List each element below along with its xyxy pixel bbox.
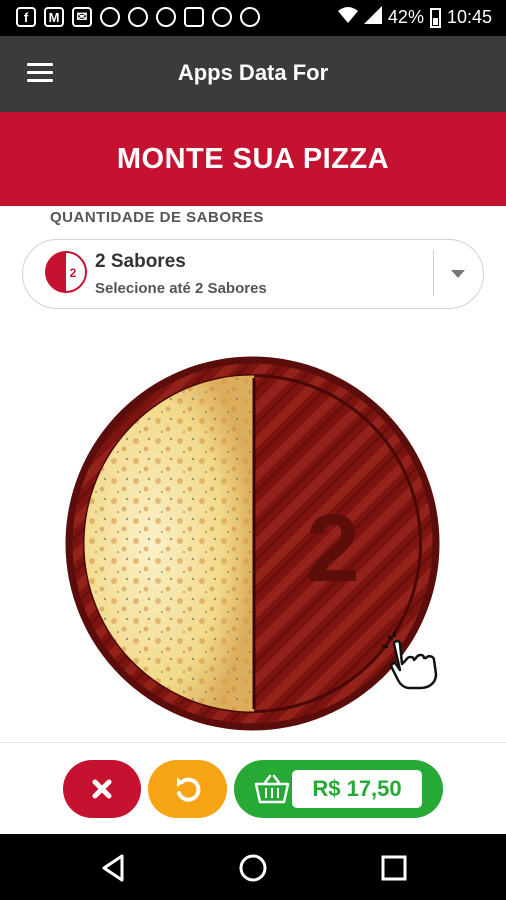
cancel-button[interactable] xyxy=(63,760,141,818)
home-icon[interactable] xyxy=(237,852,269,884)
flavor-quantity-select[interactable]: 2 2 Sabores Selecione até 2 Sabores xyxy=(22,239,484,309)
clock-icon xyxy=(100,7,120,27)
pizza-toppings xyxy=(84,375,254,712)
add-to-cart-button[interactable]: R$ 17,50 xyxy=(234,760,443,818)
battery-icon xyxy=(429,7,441,28)
gmail-icon: M xyxy=(44,7,64,27)
app-title: Apps Data For xyxy=(177,60,329,85)
close-icon xyxy=(92,779,112,799)
signal-icon xyxy=(363,6,382,29)
footer-divider xyxy=(0,742,506,743)
clock-icon xyxy=(212,7,232,27)
battery-percent: 42% xyxy=(387,7,424,27)
basket-icon xyxy=(254,774,290,804)
empty-half-number: 2 xyxy=(306,495,359,602)
facebook-icon: f xyxy=(16,7,36,27)
undo-icon xyxy=(177,777,201,802)
price-display: R$ 17,50 xyxy=(292,770,422,808)
reset-button[interactable] xyxy=(148,760,227,818)
select-divider xyxy=(433,250,434,296)
half-pizza-icon-number: 2 xyxy=(70,266,77,280)
instagram-icon xyxy=(240,7,260,27)
page-title-banner: MONTE SUA PIZZA xyxy=(0,112,506,206)
system-nav-bar xyxy=(0,834,506,900)
wifi-icon xyxy=(337,6,358,29)
status-bar: f M ✉ 42% 10:45 xyxy=(0,0,506,36)
news-icon xyxy=(184,7,204,27)
selected-flavor-hint: Selecione até 2 Sabores xyxy=(95,280,267,297)
half-pizza-icon: 2 xyxy=(45,251,87,293)
selected-flavor-count: 2 Sabores xyxy=(95,251,186,272)
tap-hand-icon xyxy=(381,631,438,690)
app-bar: Apps Data For xyxy=(0,36,506,112)
flavor-quantity-label: QUANTIDADE DE SABORES xyxy=(50,209,264,226)
notification-icons: f M ✉ xyxy=(16,7,260,27)
back-icon[interactable] xyxy=(98,852,130,884)
email-icon: ✉ xyxy=(72,7,92,27)
clock-time: 10:45 xyxy=(446,7,492,27)
instagram-icon xyxy=(156,7,176,27)
clock-icon xyxy=(128,7,148,27)
chevron-down-icon[interactable] xyxy=(451,270,465,278)
recents-icon[interactable] xyxy=(378,852,410,884)
system-status: 42% 10:45 xyxy=(337,6,492,29)
